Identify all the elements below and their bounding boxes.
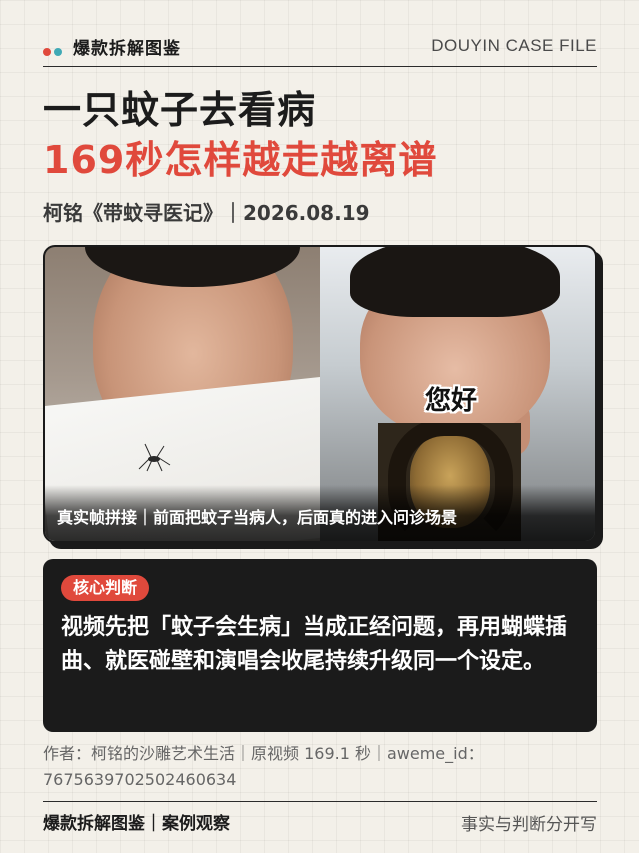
- subtitle: 柯铭《带蚊寻医记》｜2026.08.19: [43, 201, 370, 225]
- overlay-greeting: 您好: [425, 386, 478, 416]
- red-dot: [43, 48, 51, 56]
- core-judgment-text: 视频先把「蚊子会生病」当成正经问题，再用蝴蝶插曲、就医碰壁和演唱会收尾持续升级同…: [61, 615, 568, 674]
- core-judgment-box: 核心判断 视频先把「蚊子会生病」当成正经问题，再用蝴蝶插曲、就医碰壁和演唱会收尾…: [43, 559, 597, 732]
- title-line-2: 169秒怎样越走越离谱: [43, 138, 438, 182]
- teal-dot: [54, 48, 62, 56]
- core-judgment-badge: 核心判断: [61, 575, 150, 601]
- frames-image-card: 您好 真实帧拼接｜前面把蚊子当病人，后面真的进入问诊场景: [43, 245, 597, 543]
- mosquito-icon: [138, 443, 171, 472]
- header-divider: [43, 66, 597, 67]
- footer-note: 事实与判断分开写: [461, 815, 597, 835]
- title-line-1: 一只蚊子去看病: [43, 88, 317, 132]
- frames-caption: 真实帧拼接｜前面把蚊子当病人，后面真的进入问诊场景: [57, 508, 458, 527]
- footer-series: 爆款拆解图鉴｜案例观察: [43, 814, 230, 834]
- person-hair-right: [350, 247, 560, 317]
- brand-name: 爆款拆解图鉴: [73, 39, 181, 59]
- header: 爆款拆解图鉴 DOUYIN CASE FILE: [43, 34, 597, 59]
- footer-divider: [43, 801, 597, 802]
- brand-dots: [43, 41, 65, 60]
- source-meta: 作者：柯铭的沙雕艺术生活｜原视频 169.1 秒｜aweme_id：767563…: [43, 744, 484, 789]
- case-file-label: DOUYIN CASE FILE: [431, 36, 597, 55]
